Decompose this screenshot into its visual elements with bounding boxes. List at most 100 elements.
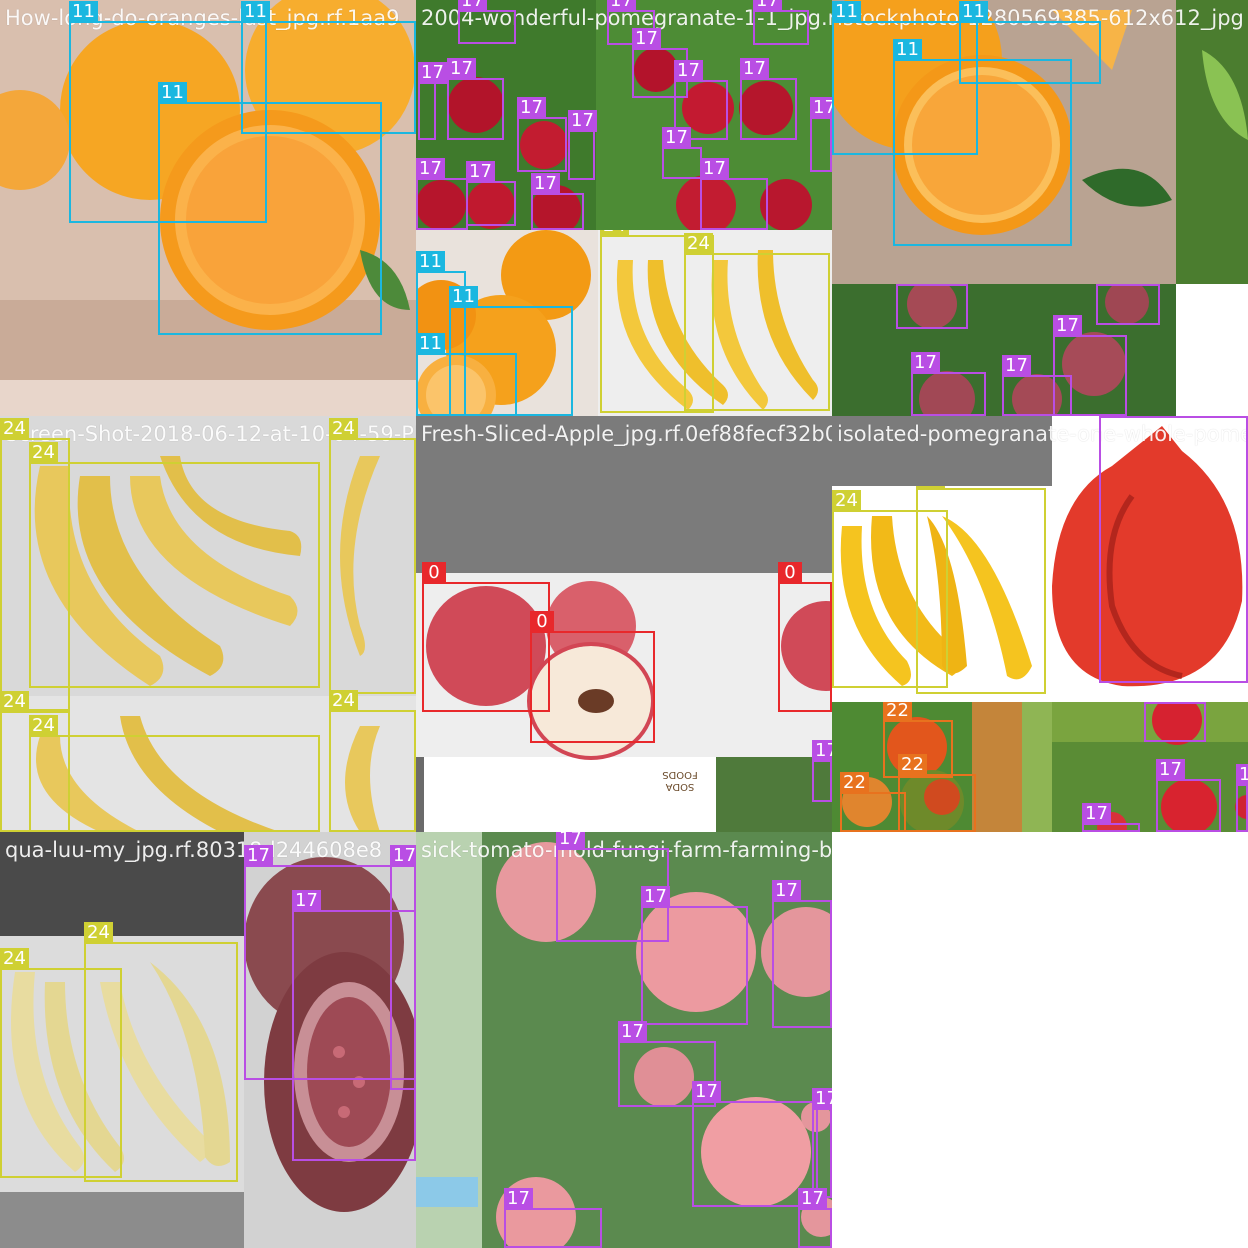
bbox-pomegranate: 17 — [390, 845, 416, 1090]
bbox-pomegranate: 17 — [416, 158, 468, 230]
bbox-pomegranate: 17 — [466, 161, 516, 226]
bbox-class-label: 24 — [0, 948, 29, 970]
bbox-pomegranate: 17 — [504, 1188, 602, 1248]
bbox-class-label: 17 — [1156, 759, 1185, 781]
bbox-orange: 11 — [893, 39, 1072, 246]
bbox-class-label: 17 — [798, 1188, 827, 1210]
bbox-orange: 11 — [158, 82, 382, 335]
bbox-pomegranate: 17 — [531, 173, 584, 230]
soda-foods-logo: SODA FOODS — [650, 762, 710, 792]
tile-orange-mosaic: How-long-do-oranges-last_jpg.rf.1aa9 11 … — [0, 0, 416, 416]
bbox-class-label: 11 — [416, 333, 445, 355]
bbox-class-label: 17 — [466, 161, 495, 183]
bbox-class-label: 24 — [329, 690, 358, 712]
bbox-class-label: 17 — [607, 0, 636, 12]
bbox-class-label: 17 — [753, 0, 782, 12]
bbox-class-label: 17 — [740, 58, 769, 80]
tile-orange-leaf: istockphoto-1280569385-612x612_jpg 11 11… — [832, 0, 1248, 284]
bbox-class-label: 17 — [390, 845, 416, 867]
bbox-pomegranate: 17 — [740, 58, 797, 140]
bbox-class-label: 17 — [504, 1188, 533, 1210]
tile-pomegranate-bush: 17 17 17 17 17 — [832, 284, 1176, 416]
tile-apple: Fresh-Sliced-Apple_jpg.rf.0ef88fecf32b0a… — [416, 416, 832, 832]
bbox-banana: 24 — [329, 690, 416, 832]
bbox-class-label: 24 — [29, 715, 58, 737]
bbox-class-label: 17 — [447, 58, 476, 80]
bbox-pomegranate: 17 — [1144, 702, 1206, 742]
bbox-pomegranate: 17 — [911, 352, 986, 416]
tile-banana-pair: 24 24 — [598, 230, 832, 416]
bbox-class-label: 17 — [1053, 315, 1082, 337]
bbox-pomegranate: 17 — [772, 880, 832, 1028]
bbox-class-label: 17 — [812, 1088, 832, 1110]
bbox-pomegranate: 17 — [1236, 764, 1248, 832]
bbox-class-label: 17 — [772, 880, 801, 902]
bbox-class-label: 17 — [418, 62, 447, 84]
bbox-banana: 24 — [29, 442, 320, 688]
bbox-class-label: 17 — [674, 60, 703, 82]
bbox-banana: 24 — [84, 922, 238, 1182]
bbox-class-label: 17 — [531, 173, 560, 195]
bbox-pomegranate: 17 — [896, 284, 968, 329]
bbox-class-label: 17 — [1002, 355, 1031, 377]
tile-pomegranate-cut: 8d244608e8 17 17 17 — [244, 832, 416, 1248]
bbox-class-label: 17 — [896, 284, 925, 286]
bbox-class-label: 24 — [0, 691, 29, 713]
bbox-pomegranate: 17 — [700, 158, 768, 230]
bbox-class-label: 17 — [812, 740, 832, 762]
bbox-banana: 24 — [329, 418, 416, 694]
bbox-class-label: 24 — [832, 490, 861, 512]
detection-mosaic: How-long-do-oranges-last_jpg.rf.1aa9 11 … — [0, 0, 1248, 1248]
tile-pomegranate-orchard: sick-tomato-mold-fungi-farm-farming-bi 1… — [416, 832, 832, 1248]
bbox-class-label: 24 — [916, 486, 945, 490]
bbox-pomegranate: 17 — [458, 0, 516, 44]
bbox-pomegranate: 17 — [662, 127, 702, 179]
bbox-class-label: 17 — [662, 127, 691, 149]
bbox-class-label: 17 — [810, 97, 832, 119]
bbox-class-label: 17 — [1096, 284, 1125, 286]
bbox-pomegranate: 17 — [1002, 355, 1072, 416]
bbox-banana: 24 — [684, 233, 830, 411]
bbox-class-label: 17 — [700, 158, 729, 180]
bbox-class-label: 24 — [600, 230, 629, 237]
bbox-class-label: 17 — [1144, 702, 1173, 704]
bbox-class-label: 22 — [883, 702, 912, 722]
bbox-class-label: 17 — [556, 832, 585, 850]
bbox-pomegranate: 17 — [1096, 284, 1160, 325]
bbox-class-label: 17 — [517, 97, 546, 119]
bbox-apple: 0 — [778, 562, 832, 712]
tile-tomato: 22 22 22 — [832, 702, 1052, 832]
bbox-class-label: 24 — [329, 418, 358, 440]
tile-banana-yellow: 24 24 — [832, 486, 1048, 702]
bbox-pomegranate: 17 — [798, 1188, 832, 1248]
bbox-pomegranate: 17 — [753, 0, 809, 45]
bbox-class-label: 22 — [840, 772, 869, 794]
bbox-class-label: 17 — [458, 0, 487, 12]
tile-banana-bunch: Screen-Shot-2018-06-12-at-10-04-59-PM_pn… — [0, 416, 416, 832]
bbox-class-label: 17 — [1236, 764, 1248, 786]
bbox-class-label: 11 — [69, 1, 98, 23]
bbox-class-label: 11 — [832, 1, 861, 23]
bbox-class-label: 24 — [0, 418, 29, 440]
bbox-class-label: 0 — [422, 562, 446, 584]
bbox-banana: 24 — [916, 486, 1046, 694]
bbox-class-label: 11 — [959, 1, 988, 23]
bbox-pomegranate: 17 — [418, 62, 447, 140]
bbox-class-label: 17 — [692, 1081, 721, 1103]
tile-filename: qua-luu-my_jpg.rf.8031 — [5, 838, 244, 862]
bbox-class-label: 17 — [618, 1021, 647, 1043]
bbox-pomegranate: 17 — [1082, 803, 1140, 832]
bbox-class-label: 17 — [244, 845, 273, 867]
bbox-class-label: 0 — [778, 562, 802, 584]
bbox-class-label: 17 — [1082, 803, 1111, 825]
bbox-class-label: 22 — [898, 754, 927, 776]
bbox-pomegranate: 17 — [447, 58, 504, 140]
bbox-class-label: 11 — [416, 251, 445, 273]
bbox-pomegranate: 17 — [568, 110, 597, 180]
bbox-orange: 11 — [416, 333, 517, 416]
bbox-class-label: 11 — [893, 39, 922, 61]
bbox-class-label: 24 — [29, 442, 58, 464]
bbox-class-label: 17 — [1099, 416, 1128, 418]
tile-pomegranate-tree-small: 17 17 17 17 — [1052, 702, 1248, 832]
bbox-class-label: 11 — [158, 82, 187, 104]
